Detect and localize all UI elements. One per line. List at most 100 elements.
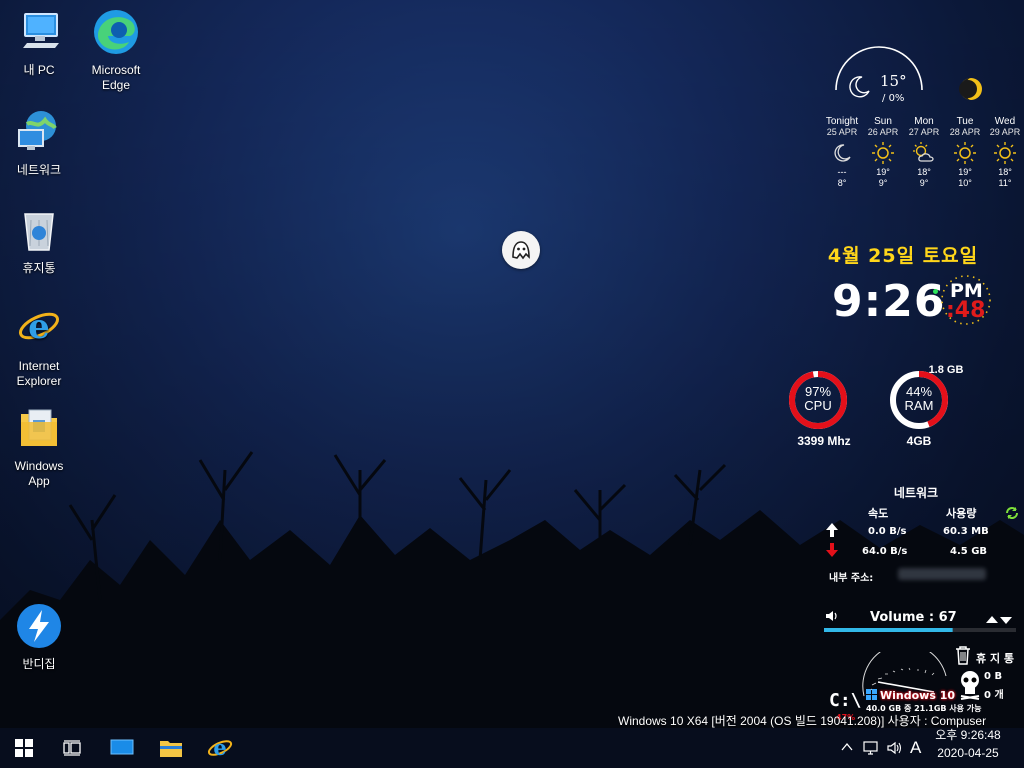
- volume-tray-icon[interactable]: [886, 740, 904, 756]
- ram-gauge-text: 44% RAM: [886, 385, 952, 413]
- network-tray-icon[interactable]: [862, 740, 880, 756]
- desktop-icon-label: 반디집: [22, 657, 56, 671]
- forecast-date: 28 APR: [949, 127, 981, 137]
- sun-icon: [954, 142, 976, 164]
- forecast-date: 27 APR: [908, 127, 940, 137]
- internet-explorer-icon: e: [18, 307, 60, 347]
- clock-seconds: :48: [946, 298, 986, 323]
- date-display: 4월 25일 토요일: [827, 245, 979, 267]
- volume-arrows-icon[interactable]: [984, 614, 1014, 626]
- windows-start-icon: [15, 739, 33, 757]
- upload-usage: 60.3 MB: [943, 526, 989, 537]
- desktop-icon-windows-app[interactable]: Windows App: [1, 404, 77, 489]
- desktop-icon-label: 휴지통: [22, 261, 56, 275]
- svg-text:e: e: [213, 736, 226, 760]
- bandizip-icon: [17, 604, 61, 648]
- taskbar: e A 오후 9:26:48 2020-04-25: [0, 728, 1024, 768]
- forecast-day: Sun 26 APR 19° 9°: [862, 116, 904, 189]
- forecast-day-name: Mon: [914, 116, 934, 127]
- forecast-high: 19°: [958, 167, 972, 177]
- forecast-day: Wed 29 APR 18° 11°: [984, 116, 1024, 189]
- forecast-day-name: Sun: [874, 116, 892, 127]
- recycle-bin-icon: [24, 213, 54, 251]
- sun-icon: [994, 142, 1016, 164]
- partly-cloudy-icon: [913, 142, 934, 162]
- trash-icon[interactable]: [954, 645, 972, 665]
- download-arrow-icon: [826, 543, 838, 557]
- forecast-low: 8°: [837, 178, 847, 188]
- task-view-button[interactable]: [48, 728, 96, 768]
- moon-icon: [834, 144, 851, 162]
- volume-label: Volume : 67: [870, 610, 957, 625]
- forecast-date: 26 APR: [867, 127, 899, 137]
- precip-row: / 0%: [882, 93, 904, 104]
- desktop-app-icon: [110, 739, 134, 755]
- forecast-high: 19°: [876, 167, 890, 177]
- windows-logo-icon: [866, 689, 877, 700]
- desktop-icon-label: Microsoft Edge: [91, 63, 141, 92]
- recycle-count: 0 개: [984, 690, 1004, 701]
- current-temperature: 15°: [880, 72, 907, 90]
- ram-label: RAM: [904, 398, 934, 413]
- ram-total: 4GB: [906, 434, 932, 448]
- network-usage-header: 사용량: [946, 507, 977, 520]
- skull-icon: [960, 671, 980, 700]
- file-explorer-icon: [160, 741, 182, 757]
- recycle-label: 휴 지 통: [976, 652, 1015, 665]
- desktop-icon-recycle-bin[interactable]: 휴지통: [1, 206, 77, 276]
- network-icon: [18, 111, 57, 150]
- tray-clock[interactable]: 오후 9:26:48 2020-04-25: [928, 726, 1008, 762]
- forecast-high: 18°: [917, 167, 931, 177]
- computer-icon: [23, 13, 59, 48]
- ghost-icon: [512, 241, 530, 260]
- taskbar-file-explorer[interactable]: [147, 728, 195, 768]
- task-view-icon: [63, 740, 81, 756]
- forecast-low: 9°: [919, 178, 929, 188]
- forecast-low: 9°: [878, 178, 888, 188]
- refresh-icon[interactable]: [1004, 505, 1020, 521]
- cpu-label: CPU: [804, 398, 832, 413]
- forecast-low: 10°: [958, 178, 972, 188]
- cpu-frequency: 3399 Mhz: [797, 434, 851, 448]
- desktop-icon-internet-explorer[interactable]: e Internet Explorer: [1, 304, 77, 389]
- tray-time: 오후 9:26:48: [935, 728, 1001, 742]
- internal-address-redacted: [898, 568, 986, 580]
- speaker-icon[interactable]: [824, 609, 840, 623]
- forecast-date: 29 APR: [989, 127, 1021, 137]
- forecast-day-name: Tue: [956, 116, 974, 127]
- desktop-icon-bandizip[interactable]: 반디집: [1, 602, 77, 672]
- taskbar-desktop-app[interactable]: [98, 728, 146, 768]
- download-usage: 4.5 GB: [950, 546, 988, 557]
- tray-date: 2020-04-25: [937, 746, 999, 760]
- cpu-percent: 97%: [804, 384, 832, 399]
- forecast-day: Tue 28 APR 19° 10°: [944, 116, 986, 189]
- volume-slider[interactable]: [824, 626, 1016, 634]
- forecast-day-name: Wed: [994, 116, 1016, 127]
- start-button[interactable]: [0, 728, 48, 768]
- forecast-low: 11°: [998, 178, 1012, 188]
- cmd-drive-icon[interactable]: C:\: [829, 690, 862, 711]
- precip-value: 0%: [888, 93, 905, 104]
- internet-explorer-icon: e: [207, 736, 233, 760]
- svg-text:e: e: [28, 307, 50, 347]
- upload-speed: 0.0 B/s: [868, 526, 907, 537]
- desktop-icon-label: 네트워크: [16, 163, 62, 177]
- drive-os-label: Windows 10: [880, 689, 956, 702]
- chevron-up-icon[interactable]: [841, 742, 853, 752]
- sun-icon: [872, 142, 894, 164]
- desktop-icon-label: 내 PC: [23, 63, 55, 77]
- desktop-icon-this-pc[interactable]: 내 PC: [1, 8, 77, 78]
- ram-used: 1.8 GB: [928, 364, 964, 376]
- taskbar-internet-explorer[interactable]: e: [196, 728, 244, 768]
- edge-icon: [94, 10, 138, 54]
- forecast-high: ---: [837, 167, 847, 177]
- forecast-date: 25 APR: [826, 127, 858, 137]
- desktop-icon-label: Windows App: [14, 459, 64, 488]
- ghost-badge[interactable]: [502, 231, 540, 269]
- ime-indicator[interactable]: A: [910, 738, 921, 758]
- desktop-icon-network[interactable]: 네트워크: [1, 108, 77, 178]
- cpu-gauge-text: 97% CPU: [785, 385, 851, 413]
- forecast-day: Tonight 25 APR --- 8°: [821, 116, 863, 189]
- moon-phase-icon: [959, 78, 982, 100]
- desktop-icon-edge[interactable]: Microsoft Edge: [78, 8, 154, 93]
